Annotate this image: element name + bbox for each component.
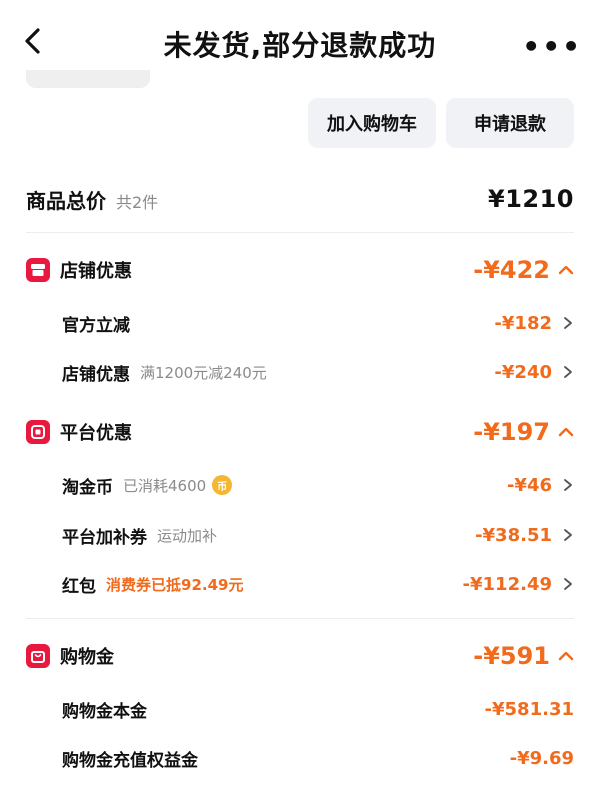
add-to-cart-button[interactable]: 加入购物车 bbox=[308, 98, 436, 148]
item-note: 运动加补 bbox=[157, 526, 218, 545]
item-label: 淘金币 bbox=[62, 477, 113, 498]
store-discount-label: 店铺优惠 bbox=[60, 261, 132, 282]
item-amount: -¥9.69 bbox=[509, 747, 574, 769]
platform-discount-total: -¥197 bbox=[473, 418, 550, 446]
list-item[interactable]: 官方立减 -¥182 bbox=[62, 305, 574, 341]
chevron-right-icon bbox=[564, 529, 572, 541]
goods-total-label: 商品总价 bbox=[26, 188, 106, 213]
list-item: 购物金充值权益金 -¥9.69 bbox=[62, 740, 574, 776]
request-refund-button[interactable]: 申请退款 bbox=[446, 98, 574, 148]
shopping-credit-total: -¥591 bbox=[473, 642, 550, 670]
chevron-right-icon bbox=[564, 366, 572, 378]
chevron-up-icon[interactable] bbox=[558, 648, 574, 664]
list-item[interactable]: 红包 消费券已抵92.49元 -¥112.49 bbox=[62, 566, 574, 602]
item-amount: -¥581.31 bbox=[484, 698, 574, 720]
item-amount: -¥46 bbox=[506, 474, 552, 496]
shopping-bag-icon bbox=[26, 644, 50, 668]
goods-total-amount: ¥1210 bbox=[488, 185, 574, 213]
store-discount-total: -¥422 bbox=[473, 256, 550, 284]
divider bbox=[26, 618, 574, 619]
item-label: 购物金本金 bbox=[62, 701, 147, 722]
item-label: 店铺优惠 bbox=[62, 364, 130, 385]
item-label: 平台加补券 bbox=[62, 527, 147, 548]
item-amount: -¥240 bbox=[494, 361, 552, 383]
item-label: 官方立减 bbox=[62, 315, 130, 336]
platform-discount-header[interactable]: 平台优惠 -¥197 bbox=[26, 412, 574, 452]
list-item: 购物金本金 -¥581.31 bbox=[62, 691, 574, 727]
top-bar: 未发货,部分退款成功 ••• bbox=[0, 0, 600, 88]
page-title: 未发货,部分退款成功 bbox=[163, 29, 437, 62]
chevron-right-icon bbox=[564, 578, 572, 590]
item-note: 消费券已抵92.49元 bbox=[106, 575, 244, 594]
item-note: 满1200元减240元 bbox=[140, 363, 267, 382]
item-amount: -¥38.51 bbox=[475, 524, 552, 546]
chevron-up-icon[interactable] bbox=[558, 262, 574, 278]
item-amount: -¥182 bbox=[494, 312, 552, 334]
shopping-credit-label: 购物金 bbox=[60, 647, 114, 668]
goods-count: 共2件 bbox=[116, 192, 159, 212]
platform-icon bbox=[26, 420, 50, 444]
coin-icon: 币 bbox=[212, 475, 233, 495]
store-icon bbox=[26, 258, 50, 282]
store-discount-header[interactable]: 店铺优惠 -¥422 bbox=[26, 250, 574, 290]
platform-discount-label: 平台优惠 bbox=[60, 423, 132, 444]
previous-card-edge bbox=[26, 70, 150, 88]
order-actions: 加入购物车 申请退款 bbox=[308, 98, 574, 148]
item-label: 红包 bbox=[62, 576, 96, 597]
divider bbox=[26, 232, 574, 233]
chevron-right-icon bbox=[564, 479, 572, 491]
goods-total-row: 商品总价 共2件 ¥1210 bbox=[26, 178, 574, 220]
item-label: 购物金充值权益金 bbox=[62, 750, 198, 771]
more-options-icon[interactable]: ••• bbox=[522, 30, 582, 63]
list-item[interactable]: 店铺优惠 满1200元减240元 -¥240 bbox=[62, 354, 574, 390]
item-note: 已消耗4600 bbox=[123, 476, 207, 495]
list-item[interactable]: 平台加补券 运动加补 -¥38.51 bbox=[62, 517, 574, 553]
list-item[interactable]: 淘金币 已消耗4600 币 -¥46 bbox=[62, 467, 574, 503]
shopping-credit-header[interactable]: 购物金 -¥591 bbox=[26, 636, 574, 676]
chevron-up-icon[interactable] bbox=[558, 424, 574, 440]
chevron-right-icon bbox=[564, 317, 572, 329]
item-amount: -¥112.49 bbox=[462, 573, 552, 595]
